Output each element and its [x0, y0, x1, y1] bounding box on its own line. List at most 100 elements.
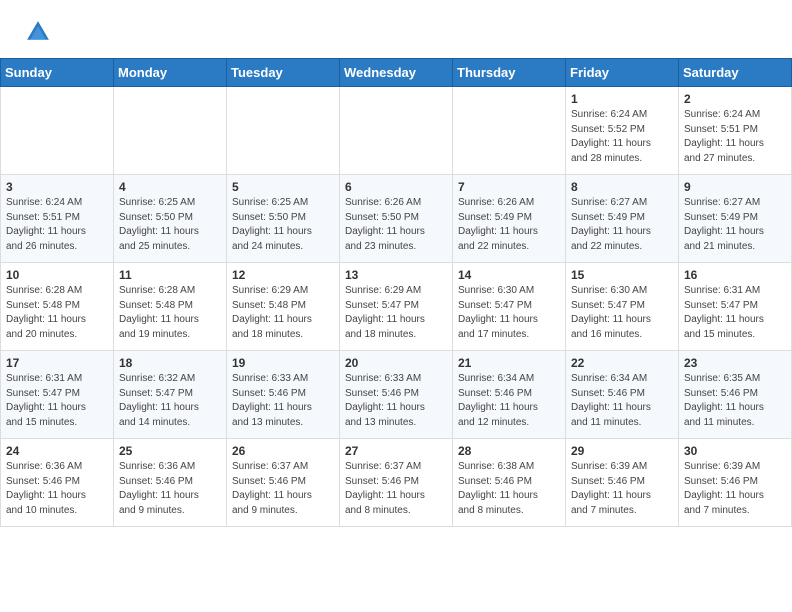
calendar-cell: 25 Sunrise: 6:36 AM Sunset: 5:46 PM Dayli…: [114, 439, 227, 527]
day-number: 21: [458, 356, 560, 370]
day-number: 22: [571, 356, 673, 370]
day-detail: Sunrise: 6:28 AM Sunset: 5:48 PM Dayligh…: [119, 284, 221, 342]
day-detail: Sunrise: 6:36 AM Sunset: 5:46 PM Dayligh…: [119, 460, 221, 518]
day-detail: Sunrise: 6:29 AM Sunset: 5:48 PM Dayligh…: [232, 284, 334, 342]
week-row-2: 3 Sunrise: 6:24 AM Sunset: 5:51 PM Daylig…: [1, 175, 792, 263]
day-detail: Sunrise: 6:37 AM Sunset: 5:46 PM Dayligh…: [232, 460, 334, 518]
day-detail: Sunrise: 6:25 AM Sunset: 5:50 PM Dayligh…: [119, 196, 221, 254]
calendar-cell: 7 Sunrise: 6:26 AM Sunset: 5:49 PM Daylig…: [453, 175, 566, 263]
calendar-cell: 5 Sunrise: 6:25 AM Sunset: 5:50 PM Daylig…: [227, 175, 340, 263]
day-number: 19: [232, 356, 334, 370]
day-detail: Sunrise: 6:38 AM Sunset: 5:46 PM Dayligh…: [458, 460, 560, 518]
calendar-cell: 24Sunrise: 6:36 AM Sunset: 5:46 PM Dayli…: [1, 439, 114, 527]
day-detail: Sunrise: 6:37 AM Sunset: 5:46 PM Dayligh…: [345, 460, 447, 518]
day-detail: Sunrise: 6:24 AM Sunset: 5:51 PM Dayligh…: [6, 196, 108, 254]
day-detail: Sunrise: 6:30 AM Sunset: 5:47 PM Dayligh…: [571, 284, 673, 342]
day-number: 6: [345, 180, 447, 194]
calendar-cell: 3 Sunrise: 6:24 AM Sunset: 5:51 PM Daylig…: [1, 175, 114, 263]
day-detail: Sunrise: 6:39 AM Sunset: 5:46 PM Dayligh…: [571, 460, 673, 518]
calendar-cell: [227, 87, 340, 175]
week-row-1: 1 Sunrise: 6:24 AM Sunset: 5:52 PM Daylig…: [1, 87, 792, 175]
dow-header-monday: Monday: [114, 59, 227, 87]
calendar-table: SundayMondayTuesdayWednesdayThursdayFrid…: [0, 58, 792, 527]
day-number: 20: [345, 356, 447, 370]
calendar-cell: 15 Sunrise: 6:30 AM Sunset: 5:47 PM Dayli…: [566, 263, 679, 351]
calendar-cell: 11 Sunrise: 6:28 AM Sunset: 5:48 PM Dayli…: [114, 263, 227, 351]
days-of-week-row: SundayMondayTuesdayWednesdayThursdayFrid…: [1, 59, 792, 87]
calendar-cell: 2Sunrise: 6:24 AM Sunset: 5:51 PM Daylig…: [679, 87, 792, 175]
day-number: 10: [6, 268, 108, 282]
calendar-cell: 20 Sunrise: 6:33 AM Sunset: 5:46 PM Dayli…: [340, 351, 453, 439]
day-detail: Sunrise: 6:34 AM Sunset: 5:46 PM Dayligh…: [571, 372, 673, 430]
day-number: 26: [232, 444, 334, 458]
calendar-cell: 19Sunrise: 6:33 AM Sunset: 5:46 PM Dayli…: [227, 351, 340, 439]
week-row-3: 10 Sunrise: 6:28 AM Sunset: 5:48 PM Dayli…: [1, 263, 792, 351]
day-number: 27: [345, 444, 447, 458]
day-number: 25: [119, 444, 221, 458]
calendar-cell: 18 Sunrise: 6:32 AM Sunset: 5:47 PM Dayli…: [114, 351, 227, 439]
day-number: 9: [684, 180, 786, 194]
dow-header-tuesday: Tuesday: [227, 59, 340, 87]
day-number: 5: [232, 180, 334, 194]
calendar-cell: [1, 87, 114, 175]
day-number: 28: [458, 444, 560, 458]
dow-header-thursday: Thursday: [453, 59, 566, 87]
calendar-cell: 30 Sunrise: 6:39 AM Sunset: 5:46 PM Dayli…: [679, 439, 792, 527]
day-detail: Sunrise: 6:29 AM Sunset: 5:47 PM Dayligh…: [345, 284, 447, 342]
calendar-cell: 21 Sunrise: 6:34 AM Sunset: 5:46 PM Dayli…: [453, 351, 566, 439]
day-number: 23: [684, 356, 786, 370]
day-number: 24: [6, 444, 108, 458]
day-detail: Sunrise: 6:27 AM Sunset: 5:49 PM Dayligh…: [684, 196, 786, 254]
day-number: 14: [458, 268, 560, 282]
day-number: 4: [119, 180, 221, 194]
day-number: 15: [571, 268, 673, 282]
calendar-cell: 28 Sunrise: 6:38 AM Sunset: 5:46 PM Dayli…: [453, 439, 566, 527]
calendar-body: 1 Sunrise: 6:24 AM Sunset: 5:52 PM Daylig…: [1, 87, 792, 527]
dow-header-sunday: Sunday: [1, 59, 114, 87]
calendar-cell: [340, 87, 453, 175]
calendar-cell: 9 Sunrise: 6:27 AM Sunset: 5:49 PM Daylig…: [679, 175, 792, 263]
day-detail: Sunrise: 6:33 AM Sunset: 5:46 PM Dayligh…: [345, 372, 447, 430]
calendar-cell: 14Sunrise: 6:30 AM Sunset: 5:47 PM Dayli…: [453, 263, 566, 351]
day-detail: Sunrise: 6:24 AM Sunset: 5:52 PM Dayligh…: [571, 108, 673, 166]
dow-header-saturday: Saturday: [679, 59, 792, 87]
calendar-cell: 23Sunrise: 6:35 AM Sunset: 5:46 PM Dayli…: [679, 351, 792, 439]
day-number: 17: [6, 356, 108, 370]
day-number: 18: [119, 356, 221, 370]
day-number: 13: [345, 268, 447, 282]
calendar-cell: 8 Sunrise: 6:27 AM Sunset: 5:49 PM Daylig…: [566, 175, 679, 263]
calendar-cell: 1 Sunrise: 6:24 AM Sunset: 5:52 PM Daylig…: [566, 87, 679, 175]
day-number: 3: [6, 180, 108, 194]
day-detail: Sunrise: 6:34 AM Sunset: 5:46 PM Dayligh…: [458, 372, 560, 430]
day-detail: Sunrise: 6:27 AM Sunset: 5:49 PM Dayligh…: [571, 196, 673, 254]
calendar-cell: 10 Sunrise: 6:28 AM Sunset: 5:48 PM Dayli…: [1, 263, 114, 351]
day-detail: Sunrise: 6:31 AM Sunset: 5:47 PM Dayligh…: [6, 372, 108, 430]
day-number: 29: [571, 444, 673, 458]
day-detail: Sunrise: 6:25 AM Sunset: 5:50 PM Dayligh…: [232, 196, 334, 254]
day-detail: Sunrise: 6:28 AM Sunset: 5:48 PM Dayligh…: [6, 284, 108, 342]
calendar-cell: 26 Sunrise: 6:37 AM Sunset: 5:46 PM Dayli…: [227, 439, 340, 527]
logo: [24, 18, 56, 46]
calendar-cell: 16Sunrise: 6:31 AM Sunset: 5:47 PM Dayli…: [679, 263, 792, 351]
day-detail: Sunrise: 6:32 AM Sunset: 5:47 PM Dayligh…: [119, 372, 221, 430]
day-number: 1: [571, 92, 673, 106]
calendar-cell: [114, 87, 227, 175]
day-number: 7: [458, 180, 560, 194]
day-number: 12: [232, 268, 334, 282]
calendar-cell: 13 Sunrise: 6:29 AM Sunset: 5:47 PM Dayli…: [340, 263, 453, 351]
day-number: 8: [571, 180, 673, 194]
day-number: 30: [684, 444, 786, 458]
day-detail: Sunrise: 6:26 AM Sunset: 5:49 PM Dayligh…: [458, 196, 560, 254]
calendar-cell: 17 Sunrise: 6:31 AM Sunset: 5:47 PM Dayli…: [1, 351, 114, 439]
week-row-4: 17 Sunrise: 6:31 AM Sunset: 5:47 PM Dayli…: [1, 351, 792, 439]
day-number: 11: [119, 268, 221, 282]
day-detail: Sunrise: 6:26 AM Sunset: 5:50 PM Dayligh…: [345, 196, 447, 254]
logo-icon: [24, 18, 52, 46]
day-detail: Sunrise: 6:39 AM Sunset: 5:46 PM Dayligh…: [684, 460, 786, 518]
day-detail: Sunrise: 6:24 AM Sunset: 5:51 PM Dayligh…: [684, 108, 786, 166]
calendar-cell: 6 Sunrise: 6:26 AM Sunset: 5:50 PM Daylig…: [340, 175, 453, 263]
dow-header-friday: Friday: [566, 59, 679, 87]
calendar-cell: 22 Sunrise: 6:34 AM Sunset: 5:46 PM Dayli…: [566, 351, 679, 439]
calendar-cell: 27 Sunrise: 6:37 AM Sunset: 5:46 PM Dayli…: [340, 439, 453, 527]
dow-header-wednesday: Wednesday: [340, 59, 453, 87]
